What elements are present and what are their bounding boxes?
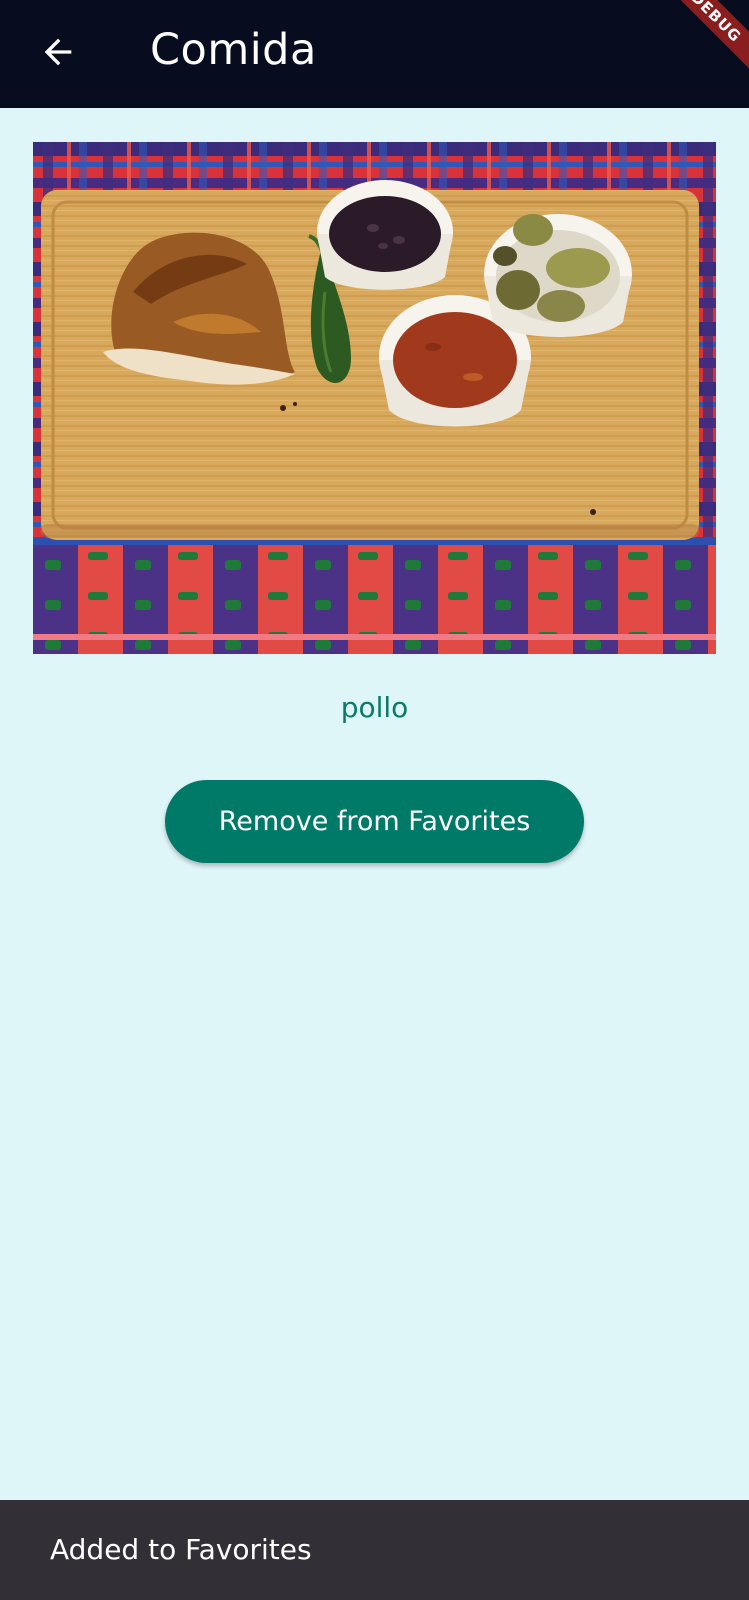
- food-name: pollo: [340, 691, 409, 724]
- back-button[interactable]: [28, 22, 88, 82]
- arrow-left-icon: [44, 38, 72, 66]
- snackbar-message: Added to Favorites: [50, 1533, 312, 1566]
- debug-banner: DEBUG: [653, 0, 749, 80]
- page-title: Comida: [150, 25, 317, 75]
- snackbar: Added to Favorites: [0, 1500, 749, 1600]
- food-image: [33, 142, 716, 654]
- app-bar: Comida DEBUG: [0, 0, 749, 108]
- remove-from-favorites-button[interactable]: Remove from Favorites: [165, 780, 584, 863]
